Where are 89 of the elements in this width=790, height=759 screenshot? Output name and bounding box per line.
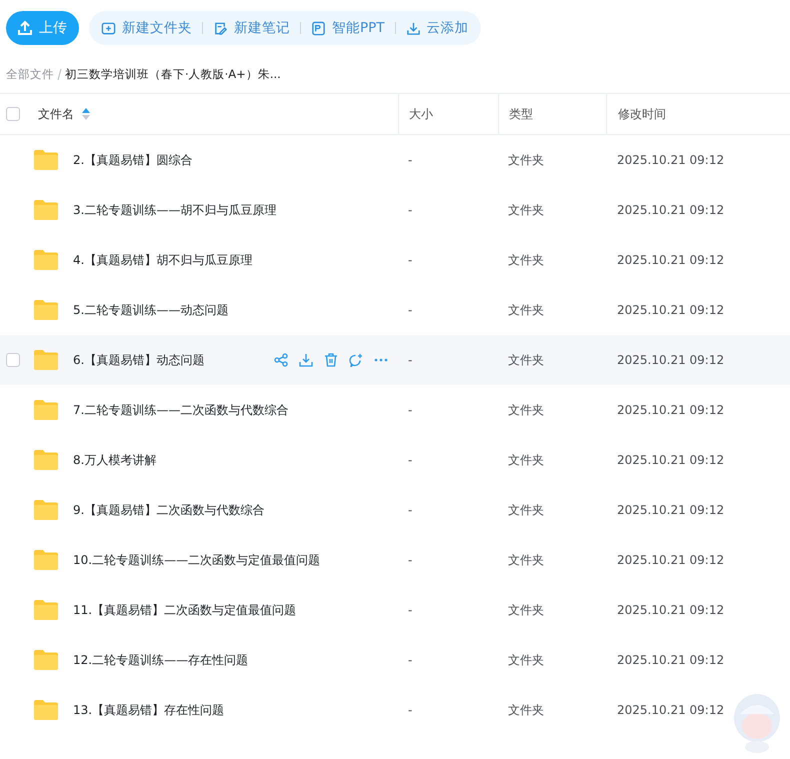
row-checkbox[interactable] (6, 353, 20, 367)
folder-icon (33, 349, 59, 371)
file-name[interactable]: 10.二轮专题训练——二次函数与定值最值问题 (73, 552, 320, 568)
comment-icon[interactable] (349, 353, 363, 367)
modified-time: 2025.10.21 09:12 (617, 153, 724, 167)
file-name[interactable]: 13.【真题易错】存在性问题 (73, 702, 224, 718)
add-folder-icon (101, 20, 116, 36)
file-type: 文件夹 (508, 352, 544, 368)
column-header[interactable]: 文件名 (38, 106, 74, 122)
modified-time: 2025.10.21 09:12 (617, 503, 724, 517)
column-header[interactable]: 修改时间 (618, 106, 666, 122)
breadcrumb-link[interactable]: 初三数学培训班（春下·人教版·A+）朱... (65, 66, 281, 82)
ppt-icon (311, 20, 326, 36)
file-row[interactable]: 13.【真题易错】存在性问题 - 文件夹 2025.10.21 09:12 (0, 685, 790, 735)
folder-icon (33, 499, 59, 521)
file-type: 文件夹 (508, 602, 544, 618)
file-size: - (408, 703, 412, 717)
file-row[interactable]: 5.二轮专题训练——动态问题 - 文件夹 2025.10.21 09:12 (0, 285, 790, 335)
modified-time: 2025.10.21 09:12 (617, 703, 724, 717)
file-name[interactable]: 7.二轮专题训练——二次函数与代数综合 (73, 402, 288, 418)
file-row[interactable]: 11.【真题易错】二次函数与定值最值问题 - 文件夹 2025.10.21 09:12 (0, 585, 790, 635)
file-type: 文件夹 (508, 152, 544, 168)
file-row[interactable]: 8.万人模考讲解 - 文件夹 2025.10.21 09:12 (0, 435, 790, 485)
file-name[interactable]: 6.【真题易错】动态问题 (73, 352, 204, 368)
share-icon[interactable] (274, 353, 288, 367)
download-icon[interactable] (299, 353, 313, 367)
file-type: 文件夹 (508, 702, 544, 718)
file-row[interactable]: 3.二轮专题训练——胡不归与瓜豆原理 - 文件夹 2025.10.21 09:12 (0, 185, 790, 235)
folder-icon (33, 649, 59, 671)
file-type: 文件夹 (508, 302, 544, 318)
file-size: - (408, 653, 412, 667)
column-header[interactable]: 大小 (409, 106, 433, 122)
modified-time: 2025.10.21 09:12 (617, 253, 724, 267)
file-size: - (408, 553, 412, 567)
file-type: 文件夹 (508, 552, 544, 568)
folder-icon (33, 199, 59, 221)
file-size: - (408, 453, 412, 467)
file-name[interactable]: 11.【真题易错】二次函数与定值最值问题 (73, 602, 296, 618)
modified-time: 2025.10.21 09:12 (617, 653, 724, 667)
modified-time: 2025.10.21 09:12 (617, 603, 724, 617)
modified-time: 2025.10.21 09:12 (617, 453, 724, 467)
file-size: - (408, 203, 412, 217)
note-icon (213, 20, 228, 36)
file-name[interactable]: 2.【真题易错】圆综合 (73, 152, 192, 168)
file-size: - (408, 303, 412, 317)
upload-icon (17, 20, 33, 36)
file-size: - (408, 353, 412, 367)
column-header[interactable]: 类型 (509, 106, 533, 122)
file-size: - (408, 253, 412, 267)
modified-time: 2025.10.21 09:12 (617, 203, 724, 217)
folder-icon (33, 449, 59, 471)
file-row[interactable]: 12.二轮专题训练——存在性问题 - 文件夹 2025.10.21 09:12 (0, 635, 790, 685)
file-name[interactable]: 4.【真题易错】胡不归与瓜豆原理 (73, 252, 252, 268)
modified-time: 2025.10.21 09:12 (617, 553, 724, 567)
file-row[interactable]: 4.【真题易错】胡不归与瓜豆原理 - 文件夹 2025.10.21 09:12 (0, 235, 790, 285)
file-type: 文件夹 (508, 452, 544, 468)
file-row[interactable]: 2.【真题易错】圆综合 - 文件夹 2025.10.21 09:12 (0, 135, 790, 185)
folder-icon (33, 149, 59, 171)
folder-icon (33, 249, 59, 271)
modified-time: 2025.10.21 09:12 (617, 403, 724, 417)
file-row[interactable]: 6.【真题易错】动态问题 - 文件夹 2025.10.21 09:12 (0, 335, 790, 385)
delete-icon[interactable] (324, 353, 338, 367)
folder-icon (33, 399, 59, 421)
folder-icon (33, 699, 59, 721)
file-row[interactable]: 7.二轮专题训练——二次函数与代数综合 - 文件夹 2025.10.21 09:12 (0, 385, 790, 435)
file-name[interactable]: 5.二轮专题训练——动态问题 (73, 302, 228, 318)
download-icon (406, 20, 421, 36)
folder-icon (33, 299, 59, 321)
select-all-checkbox[interactable] (6, 107, 20, 121)
file-type: 文件夹 (508, 202, 544, 218)
file-type: 文件夹 (508, 502, 544, 518)
file-name[interactable]: 3.二轮专题训练——胡不归与瓜豆原理 (73, 202, 276, 218)
file-size: - (408, 403, 412, 417)
modified-time: 2025.10.21 09:12 (617, 353, 724, 367)
modified-time: 2025.10.21 09:12 (617, 303, 724, 317)
folder-icon (33, 599, 59, 621)
file-name[interactable]: 9.【真题易错】二次函数与代数综合 (73, 502, 264, 518)
file-type: 文件夹 (508, 252, 544, 268)
folder-icon (33, 549, 59, 571)
file-size: - (408, 603, 412, 617)
file-size: - (408, 503, 412, 517)
file-size: - (408, 153, 412, 167)
file-name[interactable]: 8.万人模考讲解 (73, 452, 156, 468)
file-type: 文件夹 (508, 402, 544, 418)
sort-icon[interactable] (82, 108, 90, 120)
file-row[interactable]: 10.二轮专题训练——二次函数与定值最值问题 - 文件夹 2025.10.21 09:12 (0, 535, 790, 585)
file-row[interactable]: 9.【真题易错】二次函数与代数综合 - 文件夹 2025.10.21 09:12 (0, 485, 790, 535)
file-name[interactable]: 12.二轮专题训练——存在性问题 (73, 652, 248, 668)
file-type: 文件夹 (508, 652, 544, 668)
